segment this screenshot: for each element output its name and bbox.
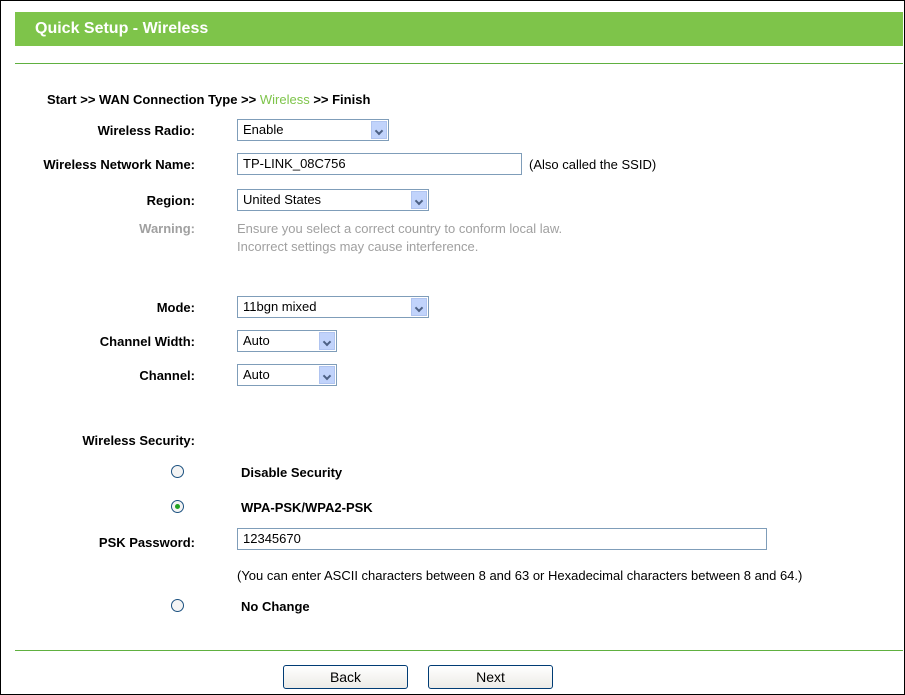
back-button[interactable]: Back	[283, 665, 408, 689]
divider	[15, 63, 903, 64]
no-change-label: No Change	[241, 599, 310, 614]
psk-password-input[interactable]: 12345670	[237, 528, 767, 550]
disable-security-label: Disable Security	[241, 465, 343, 480]
psk-password-note: (You can enter ASCII characters between …	[237, 568, 803, 583]
region-label: Region:	[146, 193, 195, 208]
breadcrumb-suffix: >> Finish	[309, 92, 371, 107]
channel-value: Auto	[243, 367, 270, 382]
wireless-radio-select[interactable]: Enable	[237, 119, 389, 141]
no-change-radio[interactable]	[171, 599, 184, 612]
mode-label: Mode:	[156, 300, 195, 315]
page-title: Quick Setup - Wireless	[15, 12, 903, 46]
chevron-down-icon	[319, 366, 335, 384]
channel-width-select[interactable]: Auto	[237, 330, 337, 352]
warning-line-1: Ensure you select a correct country to c…	[237, 221, 563, 236]
chevron-down-icon	[371, 121, 387, 139]
wpa-psk-label: WPA-PSK/WPA2-PSK	[241, 500, 373, 515]
psk-password-label: PSK Password:	[98, 535, 195, 550]
mode-select[interactable]: 11bgn mixed	[237, 296, 429, 318]
wireless-security-label: Wireless Security:	[82, 433, 195, 448]
breadcrumb-current: Wireless	[259, 92, 310, 107]
wireless-radio-label: Wireless Radio:	[97, 123, 195, 138]
wireless-radio-value: Enable	[243, 122, 284, 137]
channel-select[interactable]: Auto	[237, 364, 337, 386]
channel-width-value: Auto	[243, 333, 270, 348]
chevron-down-icon	[411, 298, 427, 316]
ssid-label: Wireless Network Name:	[43, 157, 195, 172]
channel-width-label: Channel Width:	[99, 334, 195, 349]
breadcrumb-prefix: Start >> WAN Connection Type >>	[47, 92, 260, 107]
next-button[interactable]: Next	[428, 665, 553, 689]
chevron-down-icon	[319, 332, 335, 350]
wpa-psk-radio[interactable]	[171, 500, 184, 513]
divider	[15, 650, 903, 651]
breadcrumb: Start >> WAN Connection Type >> Wireless…	[47, 92, 370, 107]
chevron-down-icon	[411, 191, 427, 209]
warning-label: Warning:	[139, 221, 195, 236]
ssid-note: (Also called the SSID)	[529, 157, 657, 172]
mode-value: 11bgn mixed	[243, 299, 317, 314]
region-value: United States	[243, 192, 322, 207]
warning-line-2: Incorrect settings may cause interferenc…	[237, 239, 479, 254]
disable-security-radio[interactable]	[171, 465, 184, 478]
channel-label: Channel:	[139, 368, 195, 383]
ssid-input[interactable]: TP-LINK_08C756	[237, 153, 522, 175]
region-select[interactable]: United States	[237, 189, 429, 211]
